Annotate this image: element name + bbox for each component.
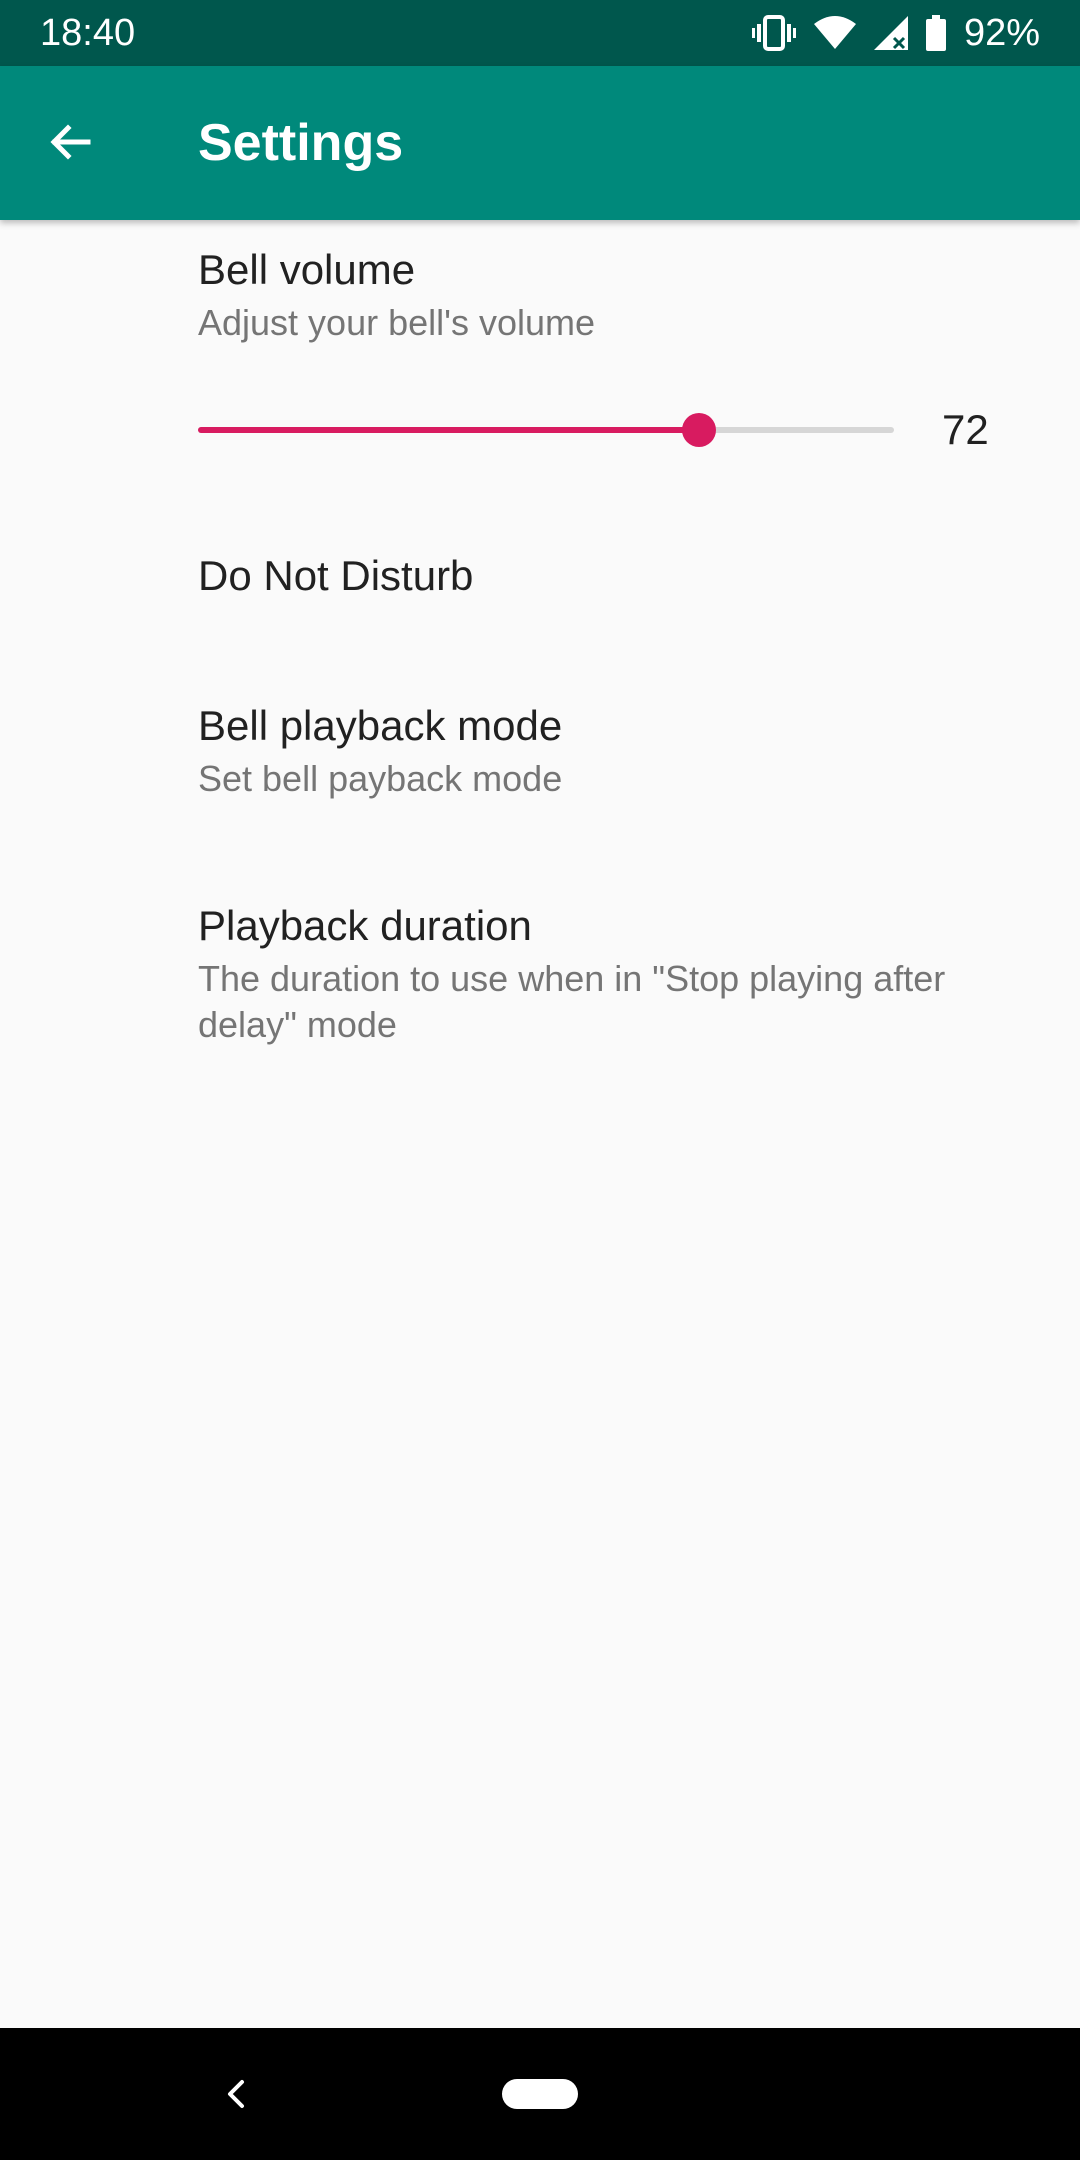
bell-volume-value: 72 <box>942 406 989 453</box>
slider-fill <box>198 427 700 433</box>
app-bar: Settings <box>0 66 1080 220</box>
arrow-left-icon <box>46 118 94 171</box>
status-icons: 92% <box>751 8 1040 58</box>
battery-percent: 92% <box>963 12 1040 54</box>
nav-home-pill-icon[interactable] <box>502 2079 578 2109</box>
status-bar: 18:40 92% <box>0 0 1080 66</box>
pref-do-not-disturb[interactable]: Do Not Disturb <box>198 550 1040 602</box>
signal-icon <box>873 16 908 50</box>
pref-bell-playback-mode[interactable]: Bell playback mode Set bell payback mode <box>198 700 1040 802</box>
vibrate-icon <box>751 15 796 51</box>
bell-volume-slider[interactable] <box>198 398 894 462</box>
pref-title: Bell volume <box>198 246 416 293</box>
back-button[interactable] <box>34 108 106 180</box>
wifi-icon <box>813 16 856 50</box>
pref-title: Bell playback mode <box>198 702 563 749</box>
battery-icon <box>925 15 946 51</box>
slider-thumb[interactable] <box>682 413 717 447</box>
nav-back-icon[interactable] <box>214 2072 258 2116</box>
pref-summary: Adjust your bell's volume <box>198 302 596 343</box>
navigation-bar <box>0 2028 1080 2160</box>
page-title: Settings <box>198 114 404 172</box>
pref-playback-duration[interactable]: Playback duration The duration to use wh… <box>198 900 1040 1048</box>
status-time: 18:40 <box>40 12 136 54</box>
pref-summary: Set bell payback mode <box>198 758 563 799</box>
pref-title: Do Not Disturb <box>198 552 474 599</box>
pref-bell-volume: Bell volume Adjust your bell's volume <box>198 244 1040 346</box>
pref-title: Playback duration <box>198 902 532 949</box>
pref-summary: The duration to use when in "Stop playin… <box>198 958 946 1045</box>
